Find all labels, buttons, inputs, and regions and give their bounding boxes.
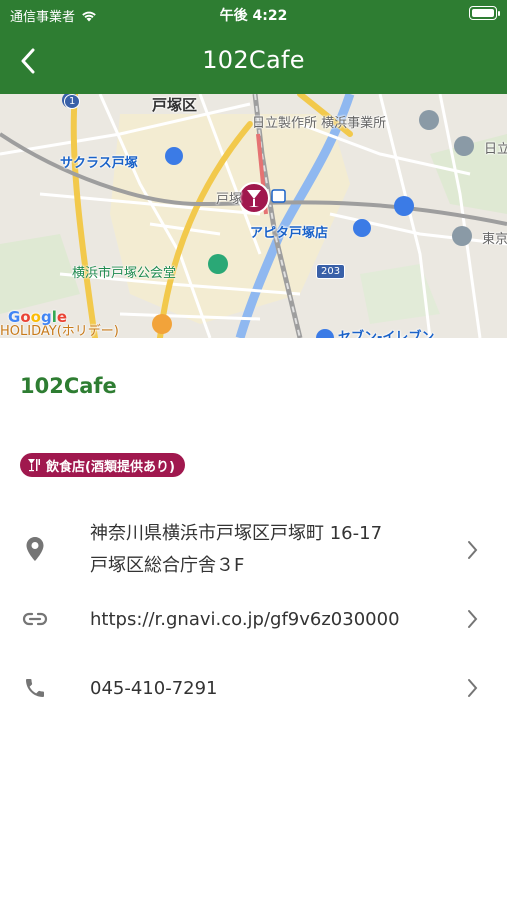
map-label-public-hall: 横浜市戸塚公会堂	[72, 266, 177, 281]
map-label-totsuka-ward: 戸塚区	[152, 96, 198, 114]
website-row[interactable]: https://r.gnavi.co.jp/gf9v6z030000	[0, 602, 507, 638]
address-line2: 戸塚区総合庁舎３F	[90, 555, 245, 576]
route-badge-203: 203	[316, 264, 346, 279]
location-pin-icon	[22, 536, 48, 562]
phone-number: 045-410-7291	[90, 678, 218, 699]
phone-icon	[22, 675, 48, 701]
category-label: 飲食店(酒類提供あり)	[46, 459, 175, 475]
wine-glass-icon	[28, 459, 40, 472]
place-name: 102Cafe	[20, 374, 117, 398]
category-chip: 飲食店(酒類提供あり)	[20, 453, 185, 477]
website-url: https://r.gnavi.co.jp/gf9v6z030000	[90, 609, 400, 630]
map-view[interactable]: 戸塚区 日立製作所 横浜事業所 日立 サクラス戸塚 戸塚 アピタ戸塚店 東京 横…	[0, 94, 507, 338]
battery-icon	[469, 6, 500, 20]
map-label-tokyo: 東京	[482, 232, 507, 247]
map-label-hitachi: 日立製作所 横浜事業所	[252, 116, 387, 131]
status-time: 午後 4:22	[219, 8, 288, 24]
phone-row[interactable]: 045-410-7291	[0, 671, 507, 707]
chevron-right-icon	[468, 679, 478, 697]
map-label-totsuka-station: 戸塚	[216, 192, 243, 207]
map-label-seven: セブン-イレブン	[338, 330, 435, 338]
chevron-right-icon	[468, 610, 478, 628]
map-label-hitachi-short: 日立	[484, 142, 507, 157]
page-title: 102Cafe	[202, 46, 305, 74]
link-icon	[22, 606, 48, 632]
address-line1: 神奈川県横浜市戸塚区戸塚町 16-17	[90, 523, 383, 544]
map-label-sakurasu: サクラス戸塚	[60, 156, 138, 171]
address-row[interactable]: 神奈川県横浜市戸塚区戸塚町 16-17 戸塚区総合庁舎３F	[0, 518, 507, 584]
chevron-right-icon	[468, 541, 478, 559]
app-bar: 102Cafe	[0, 28, 507, 94]
google-logo: Google	[8, 308, 68, 326]
address-text: 神奈川県横浜市戸塚区戸塚町 16-17 戸塚区総合庁舎３F	[90, 518, 382, 582]
status-bar: 通信事業者 午後 4:22	[0, 0, 507, 28]
map-label-apita: アピタ戸塚店	[250, 226, 329, 241]
